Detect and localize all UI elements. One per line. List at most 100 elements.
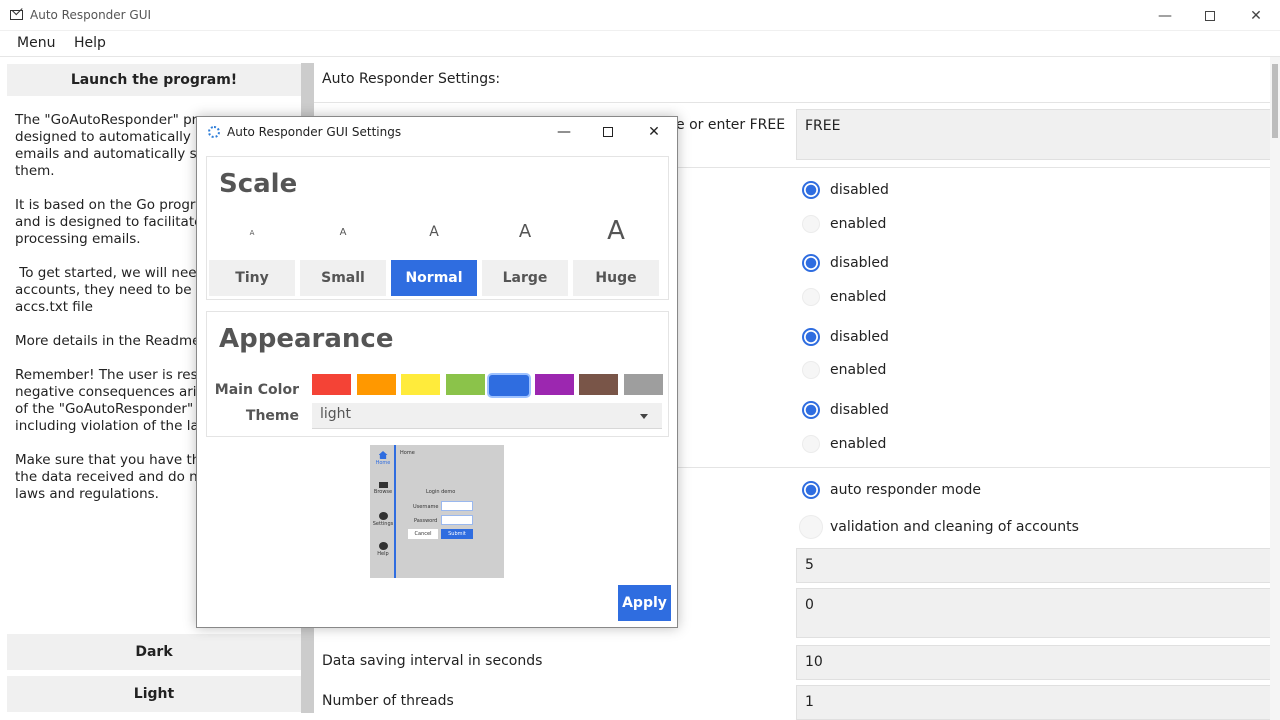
settings-header: Auto Responder Settings:	[322, 71, 501, 87]
setting-input-a[interactable]: 5	[796, 548, 1272, 583]
color-swatch-red[interactable]	[312, 374, 351, 395]
theme-label: Theme	[245, 408, 299, 424]
gear-icon	[208, 126, 220, 138]
radio-checked-icon	[802, 401, 820, 419]
preview-nav-help: Help	[370, 542, 396, 557]
maximize-button[interactable]	[1187, 0, 1233, 31]
preview-password-input	[441, 515, 473, 525]
menu-item-help[interactable]: Help	[74, 35, 106, 51]
settings-scrollbar[interactable]	[1270, 57, 1280, 720]
radio-unchecked-icon	[802, 288, 820, 306]
appearance-title: Appearance	[219, 324, 394, 354]
dialog-titlebar: Auto Responder GUI Settings — ✕	[197, 117, 677, 147]
radio-checked-icon	[802, 481, 820, 499]
radio-unchecked-icon	[799, 515, 823, 539]
launch-button[interactable]: Launch the program!	[7, 64, 301, 96]
preview-password-label: Password	[414, 518, 438, 524]
preview-nav-home: Home	[370, 451, 396, 466]
dialog-maximize-button[interactable]	[585, 117, 631, 147]
minimize-button[interactable]: —	[1142, 0, 1188, 31]
radio-unchecked-icon	[802, 435, 820, 453]
preview-header: Home	[400, 450, 415, 456]
minimize-icon: —	[1158, 7, 1172, 24]
preview-cancel-button: Cancel	[408, 529, 438, 539]
color-swatch-gray[interactable]	[624, 374, 663, 395]
scale-title: Scale	[219, 169, 298, 199]
preview-username-label: Username	[413, 504, 439, 510]
color-swatch-green[interactable]	[446, 374, 485, 395]
close-icon: ✕	[648, 124, 660, 140]
license-label: e or enter FREE	[676, 117, 786, 133]
radio-autoresponder-mode[interactable]: auto responder mode	[802, 481, 981, 499]
radio-validation-mode[interactable]: validation and cleaning of accounts	[799, 515, 1079, 539]
home-icon	[378, 451, 388, 459]
radio-disabled-4[interactable]: disabled	[802, 401, 889, 419]
menu-item-menu[interactable]: Menu	[17, 35, 55, 51]
scale-small-button[interactable]: Small	[300, 260, 386, 296]
help-icon	[378, 542, 388, 550]
minimize-icon: —	[557, 124, 571, 140]
scale-preview-small: A	[339, 227, 347, 238]
saving-interval-label: Data saving interval in seconds	[322, 653, 543, 669]
color-swatch-orange[interactable]	[357, 374, 396, 395]
mail-icon	[10, 10, 23, 20]
theme-select-value: light	[320, 406, 352, 422]
radio-unchecked-icon	[802, 215, 820, 233]
license-input[interactable]: FREE	[796, 109, 1272, 160]
radio-checked-icon	[802, 254, 820, 272]
color-swatch-yellow[interactable]	[401, 374, 440, 395]
radio-checked-icon	[802, 181, 820, 199]
threads-input[interactable]: 1	[796, 685, 1272, 720]
settings-dialog: Auto Responder GUI Settings — ✕ Scale A …	[196, 116, 678, 628]
maximize-icon	[603, 127, 613, 137]
radio-enabled-4[interactable]: enabled	[802, 435, 886, 453]
theme-select[interactable]: light	[312, 403, 662, 429]
scale-section: Scale A A A A A Tiny Small Normal Large …	[206, 156, 669, 300]
theme-preview: Home Browse Settings Help Home Login dem…	[370, 445, 504, 578]
saving-interval-input[interactable]: 10	[796, 645, 1272, 680]
radio-checked-icon	[802, 328, 820, 346]
divider	[314, 102, 1270, 103]
radio-disabled-2[interactable]: disabled	[802, 254, 889, 272]
dialog-minimize-button[interactable]: —	[541, 117, 587, 147]
chevron-down-icon	[640, 414, 648, 419]
threads-label: Number of threads	[322, 693, 454, 709]
dark-theme-button[interactable]: Dark	[7, 634, 301, 670]
radio-enabled-1[interactable]: enabled	[802, 215, 886, 233]
preview-submit-button: Submit	[441, 529, 473, 539]
scale-large-button[interactable]: Large	[482, 260, 568, 296]
menu-bar: Menu Help	[0, 31, 1280, 57]
radio-enabled-2[interactable]: enabled	[802, 288, 886, 306]
window-titlebar: Auto Responder GUI — ✕	[0, 0, 1280, 31]
preview-username-input	[441, 501, 473, 511]
main-color-label: Main Color	[214, 382, 299, 398]
radio-disabled-1[interactable]: disabled	[802, 181, 889, 199]
color-swatch-purple[interactable]	[535, 374, 574, 395]
gear-icon	[378, 512, 388, 520]
close-icon: ✕	[1250, 7, 1262, 24]
dialog-title: Auto Responder GUI Settings	[227, 125, 402, 139]
preview-nav-browse: Browse	[370, 482, 396, 495]
radio-disabled-3[interactable]: disabled	[802, 328, 889, 346]
scale-huge-button[interactable]: Huge	[573, 260, 659, 296]
scale-normal-button[interactable]: Normal	[391, 260, 477, 296]
scale-preview-tiny: A	[249, 229, 255, 237]
light-theme-button[interactable]: Light	[7, 676, 301, 712]
close-button[interactable]: ✕	[1233, 0, 1279, 31]
radio-unchecked-icon	[802, 361, 820, 379]
color-swatch-brown[interactable]	[579, 374, 618, 395]
maximize-icon	[1205, 10, 1215, 21]
laptop-icon	[378, 482, 388, 488]
radio-enabled-3[interactable]: enabled	[802, 361, 886, 379]
dialog-close-button[interactable]: ✕	[631, 117, 677, 147]
setting-input-b[interactable]: 0	[796, 588, 1272, 638]
preview-nav-settings: Settings	[370, 512, 396, 527]
apply-button[interactable]: Apply	[618, 585, 671, 621]
color-swatch-blue[interactable]	[487, 373, 531, 398]
preview-form-title: Login demo	[426, 489, 456, 495]
scale-tiny-button[interactable]: Tiny	[209, 260, 295, 296]
scale-preview-normal: A	[429, 224, 439, 240]
scale-preview-huge: A	[607, 216, 625, 246]
window-title: Auto Responder GUI	[30, 8, 152, 22]
scrollbar-thumb[interactable]	[1272, 64, 1278, 138]
